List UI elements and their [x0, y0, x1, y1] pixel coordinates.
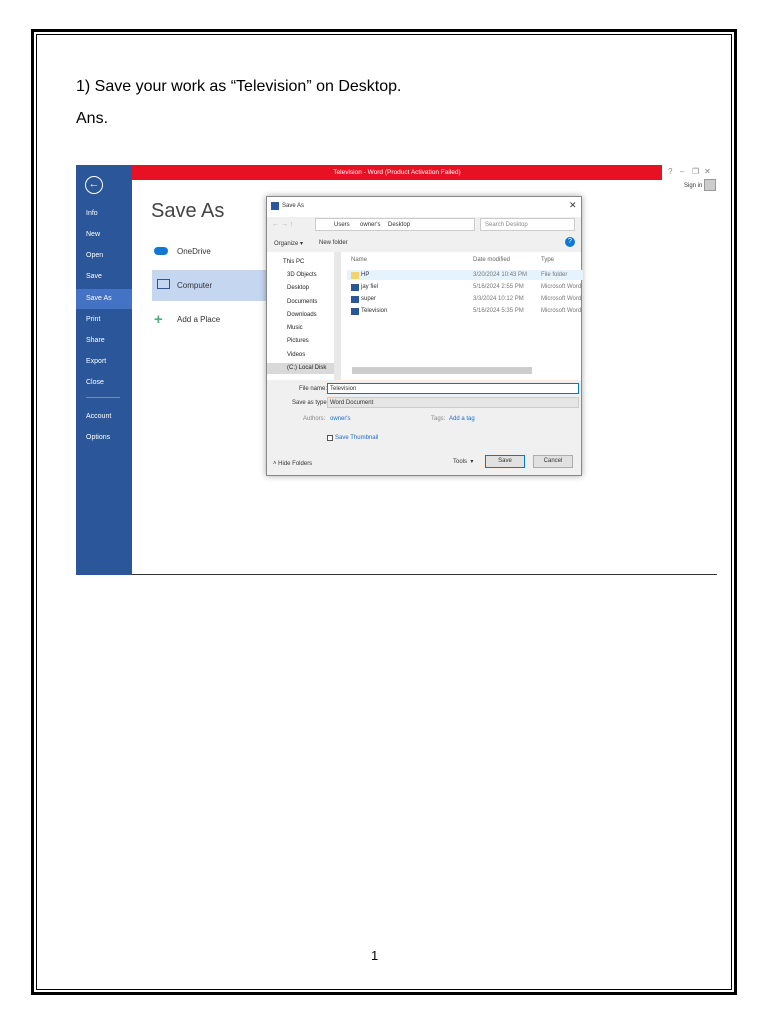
nav-this-pc[interactable]: This PC: [283, 259, 304, 265]
nav-documents[interactable]: Documents: [287, 299, 317, 305]
sidebar-item-save-as[interactable]: Save As: [86, 295, 112, 302]
tags-value[interactable]: Add a tag: [449, 416, 475, 422]
nav-3d-objects[interactable]: 3D Objects: [287, 272, 317, 278]
onedrive-icon: [154, 247, 168, 255]
col-type[interactable]: Type: [541, 255, 554, 265]
file-name-input[interactable]: Television: [327, 383, 579, 394]
nav-downloads[interactable]: Downloads: [287, 312, 317, 318]
nav-desktop[interactable]: Desktop: [287, 285, 309, 291]
word-icon: [271, 202, 279, 210]
sidebar-item-options[interactable]: Options: [86, 434, 110, 441]
nav-scrollbar[interactable]: [334, 252, 341, 380]
minimize-button[interactable]: –: [680, 167, 684, 176]
nav-music[interactable]: Music: [287, 325, 303, 331]
backstage-sidebar: ← Info New Open Save Save As Print Share…: [76, 165, 132, 575]
question-text: 1) Save your work as “Television” on Des…: [76, 78, 402, 95]
user-avatar-icon: [704, 179, 716, 191]
word-doc-icon: [351, 308, 359, 315]
save-button[interactable]: Save: [485, 455, 525, 468]
sidebar-item-info[interactable]: Info: [86, 210, 98, 217]
file-row[interactable]: super 3/3/2024 10:12 PM Microsoft Word: [347, 294, 583, 304]
location-computer[interactable]: Computer: [177, 281, 212, 290]
sidebar-item-share[interactable]: Share: [86, 337, 105, 344]
add-place-icon: +: [154, 311, 163, 328]
computer-icon: [157, 279, 170, 289]
hide-folders-button[interactable]: ˄ Hide Folders: [273, 461, 312, 467]
save-as-dialog: Save As ✕ ← → ↑ Users owner's Desktop Se…: [266, 196, 583, 476]
save-type-select[interactable]: Word Document: [327, 397, 579, 408]
sidebar-item-account[interactable]: Account: [86, 413, 111, 420]
authors-label: Authors:: [303, 416, 326, 422]
file-name-label: File name:: [299, 386, 328, 392]
help-button[interactable]: ?: [668, 167, 672, 176]
nav-pictures[interactable]: Pictures: [287, 338, 309, 344]
back-forward-icon[interactable]: ← → ↑: [272, 221, 293, 228]
back-arrow-icon[interactable]: ←: [85, 176, 103, 194]
word-screenshot: ← Info New Open Save Save As Print Share…: [76, 165, 717, 575]
col-name[interactable]: Name: [351, 255, 367, 265]
answer-label: Ans.: [76, 110, 109, 127]
thumbnail-checkbox[interactable]: [327, 435, 333, 441]
col-date[interactable]: Date modified: [473, 255, 510, 265]
save-type-label: Save as type:: [292, 400, 329, 406]
organize-button[interactable]: Organize ▾: [274, 240, 303, 247]
sidebar-item-print[interactable]: Print: [86, 316, 100, 323]
folder-icon: [351, 272, 359, 279]
page-heading: Save As: [151, 200, 225, 222]
dialog-close-button[interactable]: ✕: [569, 200, 577, 211]
save-thumbnail-label[interactable]: Save Thumbnail: [335, 435, 378, 441]
title-bar: Television - Word (Product Activation Fa…: [132, 165, 662, 180]
word-doc-icon: [351, 284, 359, 291]
address-bar[interactable]: Users owner's Desktop: [315, 218, 475, 231]
file-row[interactable]: jay fiel 5/16/2024 2:55 PM Microsoft Word: [347, 282, 583, 292]
dialog-title: Save As: [282, 203, 305, 209]
nav-videos[interactable]: Videos: [287, 352, 305, 358]
tags-label: Tags:: [431, 416, 446, 422]
sign-in-link[interactable]: Sign in: [684, 183, 702, 189]
file-row[interactable]: HP 3/20/2024 10:43 PM File folder: [347, 270, 583, 280]
authors-value[interactable]: owner's: [330, 416, 351, 422]
location-onedrive[interactable]: OneDrive: [177, 247, 211, 256]
close-window-button[interactable]: ✕: [704, 167, 711, 176]
nav-local-disk[interactable]: (C:) Local Disk: [287, 365, 326, 371]
sidebar-item-save[interactable]: Save: [86, 273, 102, 280]
cancel-button[interactable]: Cancel: [533, 455, 573, 468]
file-row[interactable]: Television 5/16/2024 5:35 PM Microsoft Wor…: [347, 306, 583, 316]
page-number: 1: [371, 948, 379, 963]
location-add-place[interactable]: Add a Place: [177, 315, 220, 324]
search-input[interactable]: Search Desktop: [480, 218, 575, 231]
sidebar-item-open[interactable]: Open: [86, 252, 103, 259]
help-icon[interactable]: ?: [565, 237, 575, 247]
new-folder-button[interactable]: New folder: [319, 240, 348, 246]
sidebar-item-export[interactable]: Export: [86, 358, 106, 365]
restore-button[interactable]: ❐: [692, 167, 699, 176]
tools-button[interactable]: Tools ▾: [453, 458, 473, 465]
sidebar-item-close[interactable]: Close: [86, 379, 104, 386]
sidebar-item-new[interactable]: New: [86, 231, 100, 238]
horizontal-scrollbar[interactable]: [352, 367, 532, 374]
word-doc-icon: [351, 296, 359, 303]
